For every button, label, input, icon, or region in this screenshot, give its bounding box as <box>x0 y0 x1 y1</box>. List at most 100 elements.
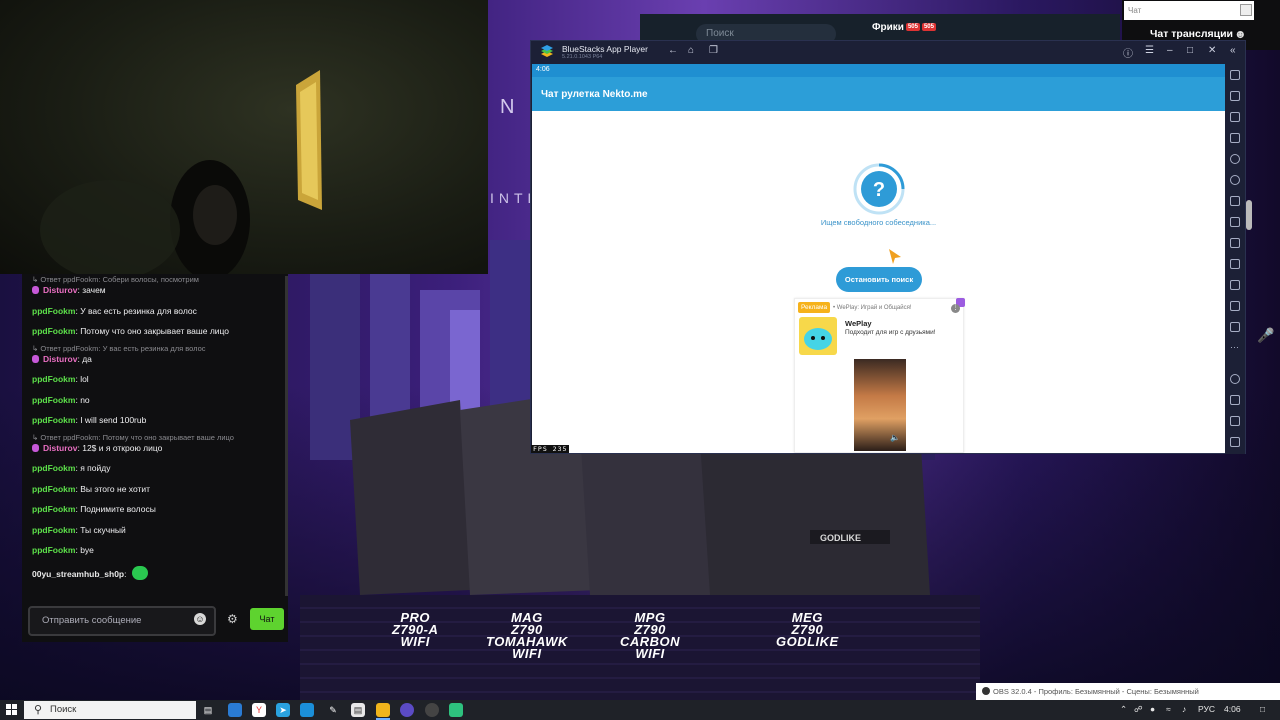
android-back-icon[interactable] <box>1230 395 1240 405</box>
chat-message: ppdFookm: lol <box>32 374 288 385</box>
bluestacks-taskbar-icon[interactable] <box>376 703 390 717</box>
chat-username[interactable]: ppdFookm <box>32 306 75 316</box>
multi-instance-icon[interactable] <box>1230 322 1240 332</box>
network-icon[interactable]: ☍ <box>1134 704 1143 715</box>
wifi-icon[interactable]: ≈ <box>1166 704 1171 714</box>
close-icon[interactable]: ✕ <box>1208 45 1216 56</box>
stop-search-button[interactable]: Остановить поиск <box>836 267 922 292</box>
ad-banner[interactable]: Реклама • WePlay: Играй и Общайся! ⋮ WeP… <box>794 298 965 453</box>
ad-app-description: Подходит для игр с друзьями! <box>845 329 936 336</box>
chat-username[interactable]: Disturov <box>43 285 77 295</box>
bluestacks-window: BlueStacks App Player 5.21.0.1043 P64 ← … <box>530 40 1246 454</box>
microphone-tray-icon[interactable]: ● <box>1150 704 1155 714</box>
chat-reply-context[interactable]: ↳ Ответ ppdFookm: Собери волосы, посмотр… <box>32 275 288 284</box>
chat-message-text: У вас есть резинка для волос <box>80 305 197 316</box>
notepad-icon[interactable]: ▤ <box>351 703 365 717</box>
chat-username[interactable]: ppdFookm <box>32 374 75 384</box>
more-icon[interactable]: ⋯ <box>1230 343 1240 353</box>
volume-icon[interactable] <box>1230 91 1240 101</box>
obs-taskbar-icon[interactable] <box>400 703 414 717</box>
telegram-badge: 505 <box>905 23 920 32</box>
help-icon[interactable]: ⓘ <box>1123 45 1133 60</box>
chat-username[interactable]: ppdFookm <box>32 504 75 514</box>
rotate-icon[interactable] <box>1230 154 1240 164</box>
install-apk-icon[interactable] <box>1230 112 1240 122</box>
users-icon[interactable]: ☻ <box>1234 27 1247 41</box>
emoji-icon[interactable]: ☺ <box>194 613 206 625</box>
gear-icon[interactable]: ⚙ <box>227 612 238 626</box>
chat-username[interactable]: ppdFookm <box>32 545 75 555</box>
obs-notification[interactable]: OBS 32.0.4 - Профиль: Безымянный - Сцены… <box>976 683 1280 700</box>
notifications-icon[interactable]: □ <box>1260 704 1265 714</box>
microphone-badge-icon <box>32 354 39 363</box>
telegram-icon[interactable]: ➤ <box>276 703 290 717</box>
telegram-chat-name[interactable]: Фрики 505 505 <box>872 22 936 33</box>
twitch-chat-overlay: ↳ Ответ ppdFookm: Собери волосы, посмотр… <box>22 274 288 642</box>
fullscreen-icon[interactable] <box>1230 70 1240 80</box>
bluestacks-titlebar[interactable]: BlueStacks App Player 5.21.0.1043 P64 ← … <box>531 41 1245 64</box>
chat-send-button[interactable]: Чат <box>250 608 284 630</box>
streaming-app-icon[interactable] <box>449 703 463 717</box>
chat-username[interactable]: ppdFookm <box>32 415 75 425</box>
svg-text:GODLIKE: GODLIKE <box>820 533 861 543</box>
home-icon[interactable]: ⌂ <box>688 45 694 56</box>
language-indicator[interactable]: РУС <box>1198 704 1215 714</box>
chat-message-input[interactable]: Отправить сообщение <box>28 606 216 636</box>
ad-close-icon[interactable]: ⋮ <box>951 304 960 313</box>
record-icon[interactable] <box>1230 259 1240 269</box>
location-icon[interactable] <box>1230 301 1240 311</box>
maximize-icon[interactable]: □ <box>1187 45 1193 56</box>
chat-message-text: 12$ и я открою лицо <box>82 442 163 453</box>
media-folder-icon[interactable] <box>1230 280 1240 290</box>
chat-username[interactable]: 00yu_streamhub_sh0p <box>32 569 124 579</box>
minimize-icon[interactable]: – <box>1167 45 1173 56</box>
monitor-app-icon[interactable] <box>228 703 242 717</box>
chat-username[interactable]: Disturov <box>43 443 77 453</box>
chat-reply-context[interactable]: ↳ Ответ ppdFookm: Потому что оно закрыва… <box>32 433 288 442</box>
chat-message: ppdFookm: Вы этого не хотит <box>32 484 288 495</box>
android-recents-icon[interactable] <box>1230 437 1240 447</box>
webcam-feed <box>0 0 488 274</box>
sync-icon[interactable] <box>1230 175 1240 185</box>
app-icon[interactable] <box>300 703 314 717</box>
chat-username[interactable]: ppdFookm <box>32 484 75 494</box>
performance-icon[interactable] <box>1230 217 1240 227</box>
settings-icon[interactable] <box>1230 374 1240 384</box>
back-icon[interactable]: ← <box>668 45 678 56</box>
scrollbar-thumb[interactable] <box>1246 200 1252 230</box>
chat-username[interactable]: Disturov <box>43 354 77 364</box>
chat-message-text: lol <box>80 374 89 384</box>
chat-reply-context[interactable]: ↳ Ответ ppdFookm: У вас есть резинка для… <box>32 344 288 353</box>
chat-message: ppdFookm: Потому что оно закрывает ваше … <box>32 326 288 337</box>
chat-scrollbar[interactable] <box>285 276 288 596</box>
stream-chat-search-button[interactable] <box>1240 4 1252 16</box>
mouse-cursor-icon <box>889 249 901 264</box>
stream-chat-search-input[interactable]: Чат <box>1124 1 1254 20</box>
recent-apps-icon[interactable]: ❐ <box>709 45 718 56</box>
tray-up-arrow-icon[interactable]: ⌃ <box>1120 704 1127 715</box>
chat-message-text: Вы этого не хотит <box>80 483 151 494</box>
pen-app-icon[interactable]: ✎ <box>326 703 340 717</box>
keyboard-icon[interactable] <box>1230 133 1240 143</box>
collapse-sidebar-icon[interactable]: « <box>1230 45 1236 56</box>
taskbar-search-input[interactable]: Поиск <box>24 701 196 719</box>
screenshot-icon[interactable] <box>1230 238 1240 248</box>
ad-app-name: WePlay <box>845 319 872 328</box>
chat-username[interactable]: ppdFookm <box>32 326 75 336</box>
menu-icon[interactable]: ☰ <box>1145 45 1154 56</box>
taskbar-clock[interactable]: 4:06 <box>1224 704 1241 714</box>
task-view-icon[interactable]: ▤ <box>201 703 215 717</box>
windows-start-icon[interactable] <box>6 704 18 716</box>
yandex-browser-icon[interactable]: Y <box>252 703 266 717</box>
searching-status-text: Ищем свободного собеседника... <box>820 218 937 227</box>
android-home-icon[interactable] <box>1230 416 1240 426</box>
chat-username[interactable]: ppdFookm <box>32 395 75 405</box>
speaker-icon[interactable]: 🔈 <box>890 433 900 442</box>
chat-username[interactable]: ppdFookm <box>32 463 75 473</box>
macro-icon[interactable] <box>1230 196 1240 206</box>
speaker-tray-icon[interactable]: ♪ <box>1182 704 1186 714</box>
obs-notification-text: OBS 32.0.4 - Профиль: Безымянный - Сцены… <box>993 687 1199 696</box>
steam-icon[interactable] <box>425 703 439 717</box>
chat-username[interactable]: ppdFookm <box>32 525 75 535</box>
microphone-icon[interactable]: 🎤 <box>1257 327 1274 344</box>
